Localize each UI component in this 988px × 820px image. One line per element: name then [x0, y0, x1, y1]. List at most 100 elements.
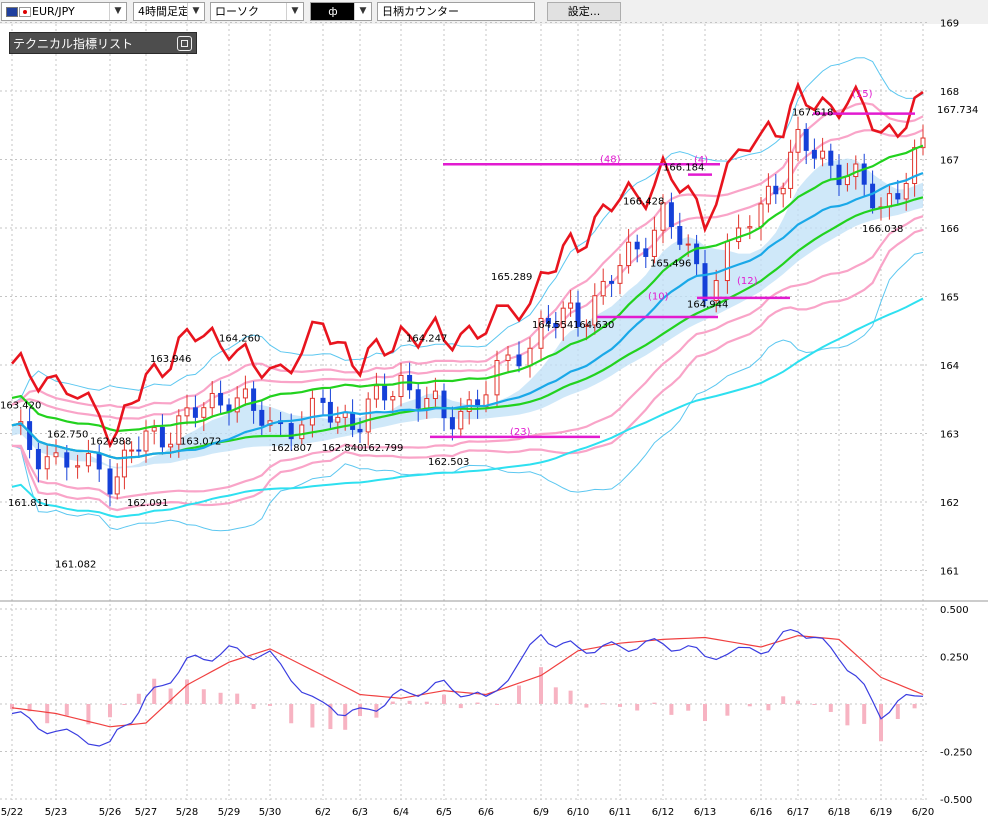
candle-up [121, 449, 127, 478]
candle-down [895, 193, 901, 200]
macd-histogram-bar [358, 704, 362, 717]
date-axis-label: 5/30 [259, 807, 281, 818]
candle-up [617, 265, 623, 284]
candle-down [441, 390, 447, 419]
price-annotation: 162.988 [90, 436, 131, 447]
macd-histogram-bar [879, 704, 883, 742]
candle-down [251, 388, 257, 411]
price-axis-label: 163 [940, 430, 959, 441]
date-axis-label: 6/5 [436, 807, 452, 818]
macd-histogram-bar [475, 702, 480, 704]
macd-histogram-bar [45, 704, 50, 724]
candle-up [758, 203, 764, 228]
price-annotation: 166.428 [623, 197, 664, 208]
price-annotation: 164.554 [532, 320, 573, 331]
price-annotation: 164.247 [406, 334, 447, 345]
price-annotation: 161.082 [55, 560, 96, 571]
candle-up [85, 453, 91, 467]
candle-up [53, 452, 59, 458]
candle-down [836, 164, 842, 186]
macd-histogram-bar [895, 704, 900, 720]
macd-histogram-bar [781, 696, 786, 704]
candle-down [64, 452, 70, 468]
price-annotation: 161.811 [8, 498, 49, 509]
macd-histogram-bar [185, 679, 189, 704]
macd-histogram-bar [568, 690, 573, 704]
date-axis-label: 6/11 [609, 807, 631, 818]
candle-up [685, 243, 691, 246]
candle-up [373, 385, 379, 400]
macd-histogram-bar [747, 704, 752, 707]
price-annotation: 166.038 [862, 224, 903, 235]
macd-histogram-bar [495, 703, 499, 705]
price-annotation: 162.840 [322, 443, 363, 454]
restore-icon[interactable] [177, 36, 192, 51]
candle-down [702, 263, 708, 301]
date-axis-label: 6/20 [912, 807, 934, 818]
macd-histogram-bar [862, 704, 867, 724]
date-axis-label: 6/9 [533, 807, 549, 818]
date-axis-label: 6/4 [393, 807, 409, 818]
date-axis-label: 6/17 [787, 807, 809, 818]
macd-histogram-bar [407, 700, 412, 704]
date-axis-label: 5/27 [135, 807, 157, 818]
count-label: (23) [510, 427, 531, 438]
macd-histogram-bar [584, 704, 589, 708]
macd-histogram-bar [201, 689, 206, 704]
candle-up [114, 476, 120, 495]
candle-down [516, 354, 522, 367]
macd-histogram-bar [517, 685, 521, 704]
date-axis-label: 5/26 [99, 807, 121, 818]
price-annotation: 162.799 [362, 443, 403, 454]
macd-histogram-bar [553, 687, 558, 704]
candle-up [168, 443, 174, 448]
candle-down [694, 243, 700, 265]
candle-up [143, 430, 149, 452]
candle-down [382, 385, 388, 401]
date-axis-label: 5/28 [176, 807, 198, 818]
candle-up [886, 193, 892, 208]
candle-up [432, 390, 438, 400]
candle-up [299, 424, 305, 440]
macd-histogram-bar [343, 704, 348, 730]
date-axis-label: 6/3 [352, 807, 368, 818]
candle-down [159, 427, 165, 448]
date-axis-label: 6/18 [828, 807, 850, 818]
macd-histogram-bar [152, 678, 157, 704]
price-annotation: 164.260 [219, 334, 260, 345]
candle-up [242, 388, 248, 399]
macd-histogram-bar [766, 704, 771, 711]
candle-down [259, 409, 265, 426]
macd-histogram-bar [652, 702, 657, 704]
candle-down [677, 226, 683, 245]
macd-histogram-bar [618, 704, 622, 707]
macd-histogram-bar [845, 704, 850, 726]
date-axis-label: 6/12 [652, 807, 674, 818]
chart-canvas: (48)(23)(10)(12)(15)(4) 163.420162.75016… [0, 19, 988, 820]
price-axis-label: 165 [940, 293, 959, 304]
candle-up [724, 241, 730, 282]
candle-up [820, 150, 826, 159]
candle-up [44, 456, 50, 470]
candle-up [736, 227, 742, 243]
price-axis-label: 169 [940, 19, 959, 30]
macd-histogram-bar [669, 704, 674, 715]
candle-down [350, 412, 356, 430]
price-annotation: 165.496 [650, 258, 691, 269]
candle-up [75, 465, 81, 468]
indicator-list-panel[interactable]: テクニカル指標リスト [9, 32, 197, 54]
candle-up [335, 416, 341, 423]
macd-histogram-bar [635, 704, 640, 711]
price-annotation: 162.503 [428, 457, 469, 468]
candle-up [209, 392, 215, 409]
candle-down [811, 149, 817, 159]
macd-histogram-bar [251, 704, 256, 709]
candle-up [747, 226, 753, 229]
price-annotation: 164.630 [573, 320, 614, 331]
macd-histogram-bar [390, 701, 395, 704]
candle-up [424, 398, 430, 409]
date-axis-label: 6/13 [694, 807, 716, 818]
date-axis-label: 6/2 [315, 807, 331, 818]
candle-up [527, 347, 533, 367]
candle-down [357, 428, 363, 433]
